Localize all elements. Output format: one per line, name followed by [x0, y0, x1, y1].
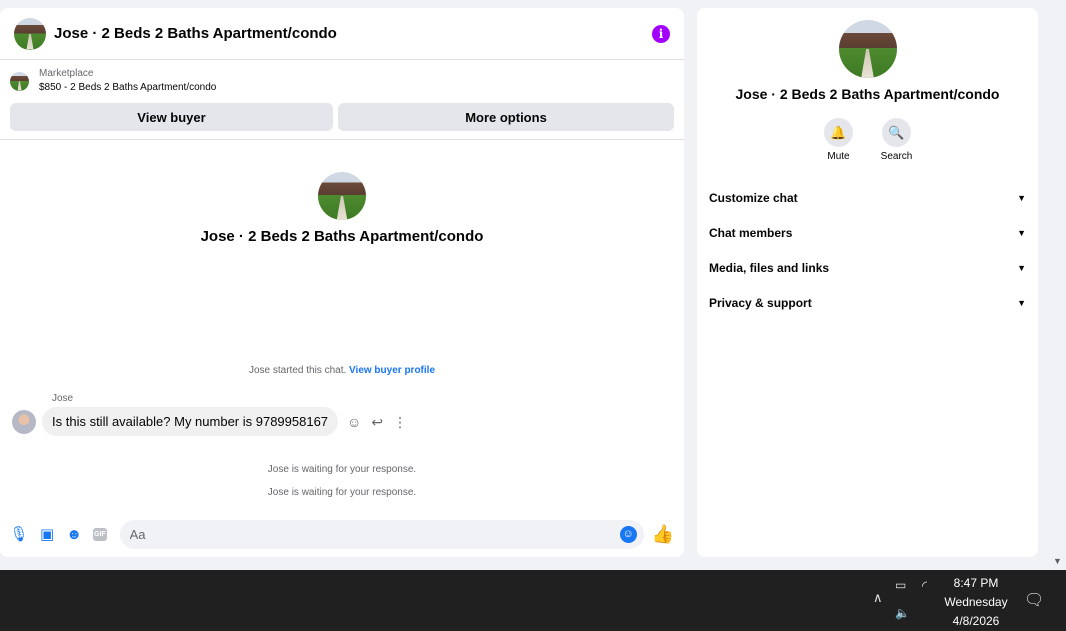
intro-avatar: [318, 172, 366, 220]
search-icon[interactable]: 🔍: [882, 118, 911, 147]
listing-title: $850 - 2 Beds 2 Baths Apartment/condo: [39, 82, 217, 93]
clock-time: 8:47 PM: [953, 576, 999, 590]
chevron-down-icon: ▼: [1017, 262, 1026, 273]
search-action[interactable]: 🔍 Search: [879, 118, 915, 162]
photo-icon[interactable]: ▣: [39, 525, 55, 543]
mute-action[interactable]: 🔔 Mute: [821, 118, 857, 162]
chevron-down-icon: ▼: [1017, 192, 1026, 203]
menu-chat-members[interactable]: Chat members ▼: [697, 215, 1038, 250]
info-icon[interactable]: i: [652, 24, 670, 43]
chat-intro: Jose · 2 Beds 2 Baths Apartment/condo: [0, 140, 684, 245]
emoji-icon[interactable]: ☺: [619, 525, 637, 543]
thumbs-up-icon[interactable]: 👍: [652, 524, 674, 545]
view-buyer-profile-link[interactable]: View buyer profile: [349, 365, 435, 376]
menu-item-label: Customize chat: [709, 190, 798, 205]
waiting-notice: Jose is waiting for your response.: [267, 487, 417, 498]
message-bubble[interactable]: Is this still available? My number is 97…: [42, 407, 339, 436]
chat-title[interactable]: Jose · 2 Beds 2 Baths Apartment/condo: [54, 25, 337, 42]
intro-title: Jose · 2 Beds 2 Baths Apartment/condo: [200, 228, 484, 245]
details-menu: Customize chat ▼ Chat members ▼ Media, f…: [697, 180, 1038, 320]
chevron-down-icon: ▼: [1017, 297, 1026, 308]
chevron-up-icon[interactable]: ∧: [873, 590, 883, 606]
more-vertical-icon[interactable]: ⋮: [393, 415, 407, 429]
react-icon[interactable]: ☺: [347, 415, 361, 429]
taskbar-clock[interactable]: 8:47 PM Wednesday 4/8/2026: [940, 574, 1012, 631]
menu-customize-chat[interactable]: Customize chat ▼: [697, 180, 1038, 215]
message-row: Is this still available? My number is 97…: [12, 407, 407, 436]
wifi-icon[interactable]: ◜: [922, 578, 927, 594]
page-scrollbar[interactable]: [1050, 0, 1066, 570]
chevron-down-icon: ▼: [1017, 227, 1026, 238]
sticker-icon[interactable]: ☻: [66, 525, 82, 543]
started-text: Jose started this chat.: [248, 365, 347, 376]
menu-item-label: Privacy & support: [709, 295, 812, 310]
chat-started-notice: Jose started this chat. View buyer profi…: [0, 365, 684, 376]
message-input[interactable]: [119, 519, 644, 549]
listing-thumbnail: [10, 71, 29, 91]
menu-item-label: Media, files and links: [709, 260, 830, 275]
chat-header: Jose · 2 Beds 2 Baths Apartment/condo i: [0, 8, 684, 60]
chat-details-panel: Jose · 2 Beds 2 Baths Apartment/condo 🔔 …: [697, 8, 1038, 557]
menu-item-label: Chat members: [709, 225, 793, 240]
mute-label: Mute: [827, 151, 850, 162]
marketplace-listing[interactable]: Marketplace $850 - 2 Beds 2 Baths Apartm…: [0, 60, 684, 99]
search-label: Search: [880, 151, 913, 162]
menu-privacy-support[interactable]: Privacy & support ▼: [697, 285, 1038, 320]
sender-avatar[interactable]: [12, 409, 36, 434]
menu-media-files-links[interactable]: Media, files and links ▼: [697, 250, 1038, 285]
microphone-icon[interactable]: 🎙: [9, 525, 28, 543]
composer: 🎙 ▣ ☻ GIF ☺ 👍: [0, 518, 684, 550]
clock-day: Wednesday: [944, 595, 1008, 609]
taskbar: ∧ ▭ ◜ 🔈 8:47 PM Wednesday 4/8/2026 🗨: [0, 570, 1066, 631]
scroll-down-arrow-icon[interactable]: ▼: [1053, 556, 1062, 566]
battery-icon[interactable]: ▭: [895, 578, 906, 592]
details-avatar: [838, 20, 897, 78]
clock-date: 4/8/2026: [952, 614, 1000, 628]
notification-icon[interactable]: 🗨: [1024, 590, 1044, 610]
details-title: Jose · 2 Beds 2 Baths Apartment/condo: [735, 86, 1000, 102]
waiting-notice: Jose is waiting for your response.: [267, 464, 417, 475]
volume-icon[interactable]: 🔈: [895, 606, 910, 620]
gif-icon[interactable]: GIF: [93, 527, 107, 541]
marketplace-label: Marketplace: [39, 68, 94, 79]
listing-avatar[interactable]: [14, 17, 46, 50]
reply-icon[interactable]: ↩: [371, 415, 383, 429]
sender-name: Jose: [52, 393, 74, 404]
view-buyer-button[interactable]: View buyer: [10, 103, 333, 131]
bell-icon[interactable]: 🔔: [824, 118, 853, 147]
more-options-button[interactable]: More options: [338, 103, 674, 131]
chat-panel: Jose · 2 Beds 2 Baths Apartment/condo i …: [0, 8, 684, 557]
